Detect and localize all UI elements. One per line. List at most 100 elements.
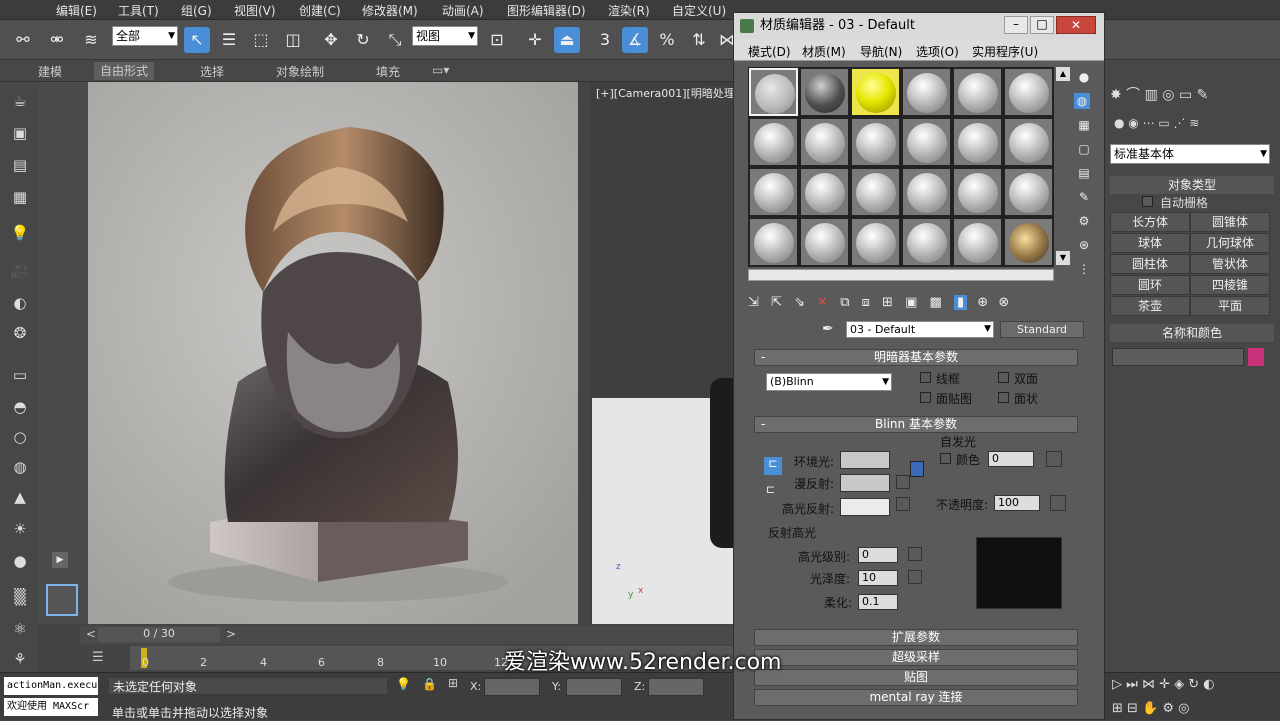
show-map-icon[interactable]: ▩ xyxy=(930,295,942,310)
create-category-icons[interactable]: ● ◉ ⋯ ▭ ⋰ ≋ xyxy=(1114,116,1278,134)
cone-icon[interactable]: ▲ xyxy=(8,486,32,508)
time-next-button[interactable]: > xyxy=(226,627,236,641)
scale-icon[interactable]: ⤡ xyxy=(382,27,408,53)
tube-button[interactable]: 管状体 xyxy=(1190,254,1270,274)
material-sample-slot[interactable] xyxy=(800,168,849,216)
material-id-icon[interactable]: ▣ xyxy=(905,295,917,310)
ribbon-tab-selection[interactable]: 选择 xyxy=(200,63,224,80)
menu-rendering[interactable]: 渲染(R) xyxy=(608,2,650,19)
move-icon[interactable]: ✥ xyxy=(318,27,344,53)
material-sample-slot[interactable] xyxy=(851,118,900,166)
select-by-material-icon[interactable]: ⊛ xyxy=(1076,237,1092,253)
ref-coord-dropdown[interactable]: 视图 ▼ xyxy=(412,26,478,46)
extended-params-rollout[interactable]: 扩展参数 xyxy=(754,629,1078,646)
menu-graph-editors[interactable]: 图形编辑器(D) xyxy=(507,2,586,19)
render-frame-icon[interactable]: ▣ xyxy=(8,122,32,144)
material-sample-slot[interactable] xyxy=(953,168,1002,216)
ribbon-tab-freeform[interactable]: 自由形式 xyxy=(94,62,155,80)
go-forward-icon[interactable]: ⊗ xyxy=(998,295,1009,310)
box-button[interactable]: 长方体 xyxy=(1110,212,1190,232)
maxscript-listener-line1[interactable]: actionMan.execu xyxy=(4,677,98,695)
menu-create[interactable]: 创建(C) xyxy=(299,2,341,19)
unlink-icon[interactable]: ⚮ xyxy=(44,27,70,53)
make-preview-icon[interactable]: ✎ xyxy=(1076,189,1092,205)
material-sample-slot[interactable] xyxy=(953,68,1002,116)
me-menu-utilities[interactable]: 实用程序(U) xyxy=(972,43,1038,60)
put-to-scene-icon[interactable]: ⇱ xyxy=(771,295,782,310)
playback-icon[interactable]: ▷ ⏭ ⋈ ✛ ◈ ↻ ◐ xyxy=(1112,677,1215,692)
sphere-button[interactable]: 球体 xyxy=(1110,233,1190,253)
material-sample-slot[interactable] xyxy=(1004,118,1053,166)
window-crossing-icon[interactable]: ◫ xyxy=(280,27,306,53)
slot-hscroll[interactable] xyxy=(748,269,1054,281)
snap-icon[interactable]: 3 xyxy=(592,27,618,53)
maxscript-listener-line2[interactable]: 欢迎使用 MAXScr xyxy=(4,698,98,716)
scene-explorer-icon[interactable]: ▦ xyxy=(8,186,32,208)
options-icon[interactable]: ⚙ xyxy=(1076,213,1092,229)
diffuse-color-swatch[interactable] xyxy=(840,474,890,492)
material-icon[interactable]: ❂ xyxy=(8,322,32,344)
sphere-icon[interactable]: ○ xyxy=(8,426,32,448)
lock-icon[interactable]: 🔒 xyxy=(422,677,437,691)
material-sample-slot[interactable] xyxy=(902,118,951,166)
sun-icon[interactable]: ☀ xyxy=(8,518,32,540)
teapot-icon[interactable]: ☕ xyxy=(8,90,32,112)
object-type-header[interactable]: 对象类型 xyxy=(1110,176,1274,194)
slot-scroll-down-icon[interactable]: ▼ xyxy=(1056,251,1070,265)
self-illum-map-button[interactable] xyxy=(1046,451,1062,467)
perspective-viewport[interactable] xyxy=(88,82,578,624)
supersampling-rollout[interactable]: 超级采样 xyxy=(754,649,1078,666)
time-slider-track[interactable]: 0 / 30 xyxy=(98,627,220,642)
spec-level-spinner[interactable]: 0 xyxy=(858,547,898,563)
pivot-icon[interactable]: ⊡ xyxy=(484,27,510,53)
percent-snap-icon[interactable]: % xyxy=(654,27,680,53)
material-sample-slot[interactable] xyxy=(953,218,1002,266)
menu-animation[interactable]: 动画(A) xyxy=(442,2,484,19)
menu-views[interactable]: 视图(V) xyxy=(234,2,276,19)
camera-icon[interactable]: 🎥 xyxy=(8,260,32,282)
bind-spacewarp-icon[interactable]: ≋ xyxy=(78,27,104,53)
menu-group[interactable]: 组(G) xyxy=(181,2,212,19)
abs-mode-icon[interactable]: ⊞ xyxy=(448,676,458,690)
material-sample-slot[interactable] xyxy=(902,68,951,116)
map-lock-icon[interactable] xyxy=(910,461,924,477)
blinn-basic-rollout[interactable]: - Blinn 基本参数 xyxy=(754,416,1078,433)
isolate-icon[interactable]: 💡 xyxy=(396,677,411,691)
material-sample-slot[interactable] xyxy=(851,68,900,116)
menu-tools[interactable]: 工具(T) xyxy=(118,2,159,19)
shader-basic-rollout[interactable]: - 明暗器基本参数 xyxy=(754,349,1078,366)
ribbon-tab-populate[interactable]: 填充 xyxy=(376,63,400,80)
lock-diffuse-icon[interactable]: ⊏ xyxy=(766,483,775,496)
opacity-map-button[interactable] xyxy=(1050,495,1066,511)
time-slider[interactable]: < 0 / 30 > xyxy=(80,626,740,644)
go-to-parent-icon[interactable]: ⊕ xyxy=(977,295,988,310)
maps-rollout[interactable]: 贴图 xyxy=(754,669,1078,686)
faceted-checkbox[interactable] xyxy=(998,392,1009,403)
object-color-swatch[interactable] xyxy=(1248,348,1264,366)
material-sample-slot[interactable] xyxy=(749,68,798,116)
material-sample-slot[interactable] xyxy=(749,218,798,266)
material-nav-icon[interactable]: ⋮ xyxy=(1076,261,1092,277)
disc-icon[interactable]: ● xyxy=(8,550,32,572)
assign-material-icon[interactable]: ⇘ xyxy=(794,295,805,310)
primitive-type-dropdown[interactable]: 标准基本体 ▼ xyxy=(1110,144,1270,164)
rotate-icon[interactable]: ↻ xyxy=(350,27,376,53)
uv-tiling-icon[interactable]: ▢ xyxy=(1076,141,1092,157)
make-unique-icon[interactable]: ⧈ xyxy=(862,295,870,310)
half-sphere-icon[interactable]: ◐ xyxy=(8,292,32,314)
backlight-icon[interactable]: ◍ xyxy=(1074,93,1090,109)
x-coord-field[interactable] xyxy=(484,678,540,696)
eyedropper-icon[interactable]: ✒ xyxy=(822,321,834,337)
select-object-icon[interactable]: ↖ xyxy=(184,27,210,53)
name-color-header[interactable]: 名称和颜色 xyxy=(1110,324,1274,342)
me-menu-material[interactable]: 材质(M) xyxy=(802,43,846,60)
viewport-label[interactable]: [+][Camera001][明暗处理 xyxy=(596,85,735,101)
selection-filter-dropdown[interactable]: 全部 ▼ xyxy=(112,26,178,46)
track-bar-icon[interactable]: ☰ xyxy=(92,650,114,666)
me-menu-mode[interactable]: 模式(D) xyxy=(748,43,791,60)
dome-icon[interactable]: ◓ xyxy=(8,396,32,418)
close-icon[interactable]: ✕ xyxy=(1056,16,1096,34)
manipulate-icon[interactable]: ✛ xyxy=(522,27,548,53)
slot-scroll-up-icon[interactable]: ▲ xyxy=(1056,67,1070,81)
sample-type-icon[interactable]: ● xyxy=(1076,69,1092,85)
